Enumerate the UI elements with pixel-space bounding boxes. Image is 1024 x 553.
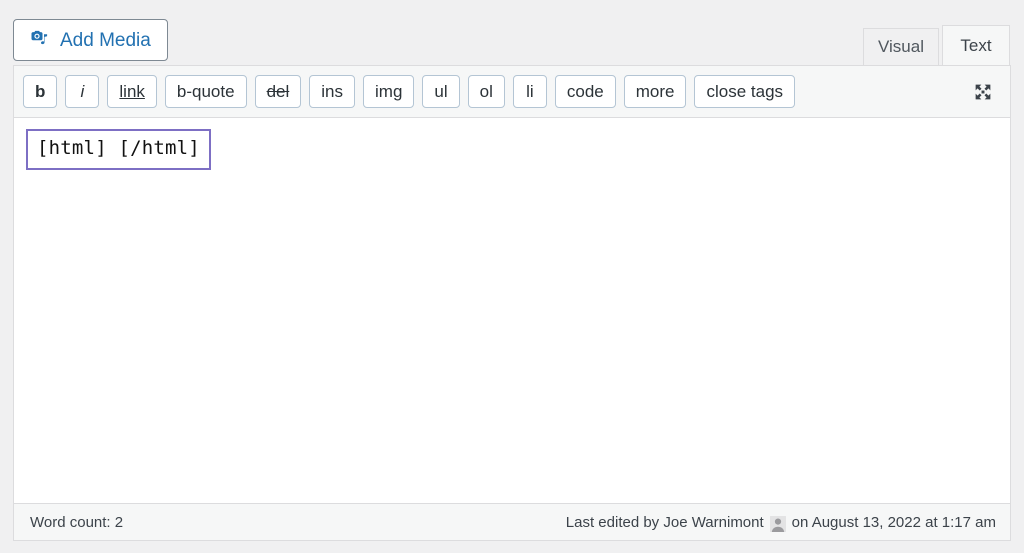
quicktags-toolbar: b i link b-quote del ins img ul ol li co… [14,66,1010,118]
quicktag-li[interactable]: li [512,75,547,108]
quicktag-ins[interactable]: ins [309,75,355,108]
last-edited-info: Last edited by Joe Warnimont on August 1… [565,513,996,532]
tab-text[interactable]: Text [942,25,1010,65]
shortcode-text: [html] [/html] [37,137,200,159]
fullscreen-expand-arrows-icon[interactable] [968,77,998,107]
add-media-label: Add Media [60,29,151,51]
editor-mode-tabs: Visual Text [863,25,1010,65]
last-edited-author: Last edited by Joe Warnimont [565,513,764,531]
content-textarea[interactable]: [html] [/html] [14,118,1010,503]
add-media-button[interactable]: Add Media [13,19,168,61]
quicktag-code[interactable]: code [554,75,616,108]
user-avatar [769,516,786,532]
editor-toolbar-top: Add Media Visual Text [0,0,1024,65]
word-count-label: Word count: 2 [30,513,124,531]
selected-shortcode-block[interactable]: [html] [/html] [26,129,211,170]
wordpress-classic-editor: Add Media Visual Text b i link b-quote d… [0,0,1024,553]
quicktag-ul[interactable]: ul [422,75,460,108]
quicktag-bold[interactable]: b [23,75,58,108]
quicktag-ol[interactable]: ol [467,75,505,108]
last-edited-date: on August 13, 2022 at 1:17 am [791,513,996,531]
editor-status-bar: Word count: 2 Last edited by Joe Warnimo… [14,503,1010,540]
tab-visual[interactable]: Visual [863,28,939,65]
quicktag-del[interactable]: del [254,75,302,108]
quicktag-blockquote[interactable]: b-quote [164,75,247,108]
quicktag-close-tags[interactable]: close tags [694,75,796,108]
quicktag-italic[interactable]: i [65,75,100,108]
media-camera-music-icon [27,27,51,51]
quicktag-more[interactable]: more [623,75,687,108]
quicktag-img[interactable]: img [363,75,415,108]
editor-panel: b i link b-quote del ins img ul ol li co… [13,65,1011,541]
quicktag-link[interactable]: link [107,75,157,108]
